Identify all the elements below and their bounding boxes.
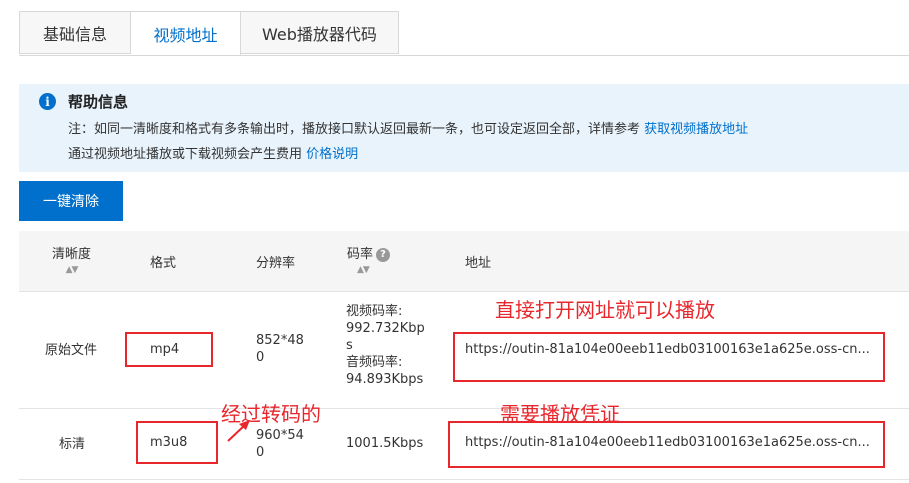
- pricing-link[interactable]: 价格说明: [306, 147, 358, 162]
- header-definition[interactable]: 清晰度 ▲▼: [52, 243, 91, 275]
- get-play-url-link[interactable]: 获取视频播放地址: [644, 122, 748, 137]
- header-bitrate-label: 码率: [347, 247, 374, 262]
- annotation-direct-play: 直接打开网址就可以播放: [495, 298, 715, 322]
- header-address: 地址: [465, 256, 492, 271]
- sort-icon[interactable]: ▲▼: [357, 265, 390, 275]
- header-format: 格式: [150, 256, 177, 271]
- cell-definition: 原始文件: [45, 343, 98, 358]
- cell-definition: 标清: [59, 437, 86, 452]
- cell-address[interactable]: https://outin-81a104e00eeb11edb03100163e…: [465, 435, 870, 450]
- tab-web-player-code[interactable]: Web播放器代码: [241, 11, 399, 54]
- info-icon: i: [39, 93, 56, 110]
- cell-bitrate: 视频码率: 992.732Kbp s 音频码率: 94.893Kbps: [346, 303, 425, 388]
- cell-resolution: 960*54 0: [256, 427, 304, 461]
- video-address-table: 清晰度 ▲▼ 格式 分辨率 码率? ▲▼ 地址 原始文件 mp4 852*48 …: [19, 231, 909, 483]
- clear-all-button[interactable]: 一键清除: [19, 181, 123, 221]
- question-icon[interactable]: ?: [376, 247, 391, 262]
- bitrate-line: 视频码率:: [346, 304, 403, 319]
- cell-bitrate: 1001.5Kbps: [346, 436, 424, 451]
- resolution-line-2: 0: [256, 445, 265, 460]
- bitrate-line: 94.893Kbps: [346, 372, 424, 387]
- bitrate-line: 音频码率:: [346, 355, 403, 370]
- tab-basic-info[interactable]: 基础信息: [19, 11, 131, 54]
- help-note: 注：如同一清晰度和格式有多条输出时，播放接口默认返回最新一条，也可设定返回全部，…: [68, 118, 748, 137]
- cell-resolution: 852*48 0: [256, 332, 304, 366]
- help-cost-text: 通过视频地址播放或下载视频会产生费用: [68, 147, 303, 162]
- tab-divider: [19, 55, 909, 56]
- table-header: 清晰度 ▲▼ 格式 分辨率 码率? ▲▼ 地址: [19, 231, 909, 292]
- cell-address[interactable]: https://outin-81a104e00eeb11edb03100163e…: [465, 342, 870, 357]
- header-resolution: 分辨率: [256, 256, 296, 271]
- bitrate-line: s: [346, 338, 353, 353]
- cell-format: m3u8: [150, 435, 188, 450]
- help-panel: i 帮助信息 注：如同一清晰度和格式有多条输出时，播放接口默认返回最新一条，也可…: [19, 84, 909, 172]
- help-title: 帮助信息: [68, 93, 129, 111]
- tab-video-address[interactable]: 视频地址: [131, 11, 241, 56]
- help-cost: 通过视频地址播放或下载视频会产生费用 价格说明: [68, 143, 358, 162]
- address-highlight-box: [453, 332, 885, 382]
- table-row: 原始文件 mp4 852*48 0 视频码率: 992.732Kbp s 音频码…: [19, 292, 909, 409]
- cell-format: mp4: [150, 342, 180, 357]
- resolution-line-1: 852*48: [256, 333, 304, 348]
- header-bitrate[interactable]: 码率? ▲▼: [347, 243, 391, 275]
- resolution-line-1: 960*54: [256, 428, 304, 443]
- bitrate-line: 992.732Kbp: [346, 321, 425, 336]
- help-note-text: 注：如同一清晰度和格式有多条输出时，播放接口默认返回最新一条，也可设定返回全部，…: [68, 122, 641, 137]
- table-row: 标清 m3u8 960*54 0 1001.5Kbps https://outi…: [19, 409, 909, 480]
- header-definition-label: 清晰度: [52, 247, 92, 262]
- resolution-line-2: 0: [256, 350, 265, 365]
- sort-icon[interactable]: ▲▼: [52, 265, 91, 275]
- arrow-icon: [227, 420, 250, 442]
- tab-bar: 基础信息 视频地址 Web播放器代码: [19, 11, 399, 56]
- annotation-needs-credential: 需要播放凭证: [500, 402, 620, 426]
